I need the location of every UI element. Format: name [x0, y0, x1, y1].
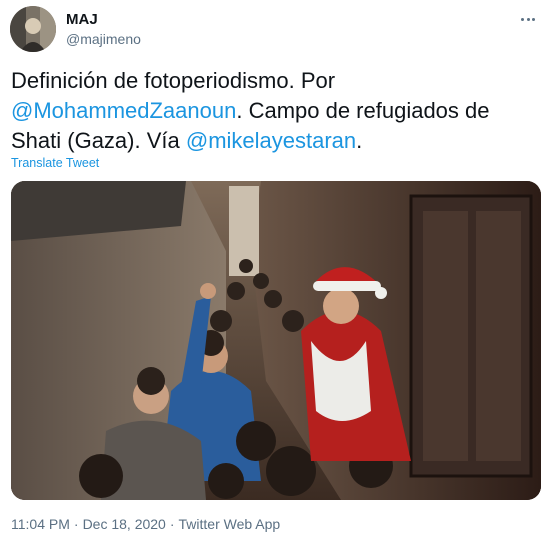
- tweet-source[interactable]: Twitter Web App: [179, 516, 281, 532]
- mention-link[interactable]: @MohammedZaanoun: [11, 98, 236, 123]
- tweet-text-segment: Definición de fotoperiodismo. Por: [11, 68, 336, 93]
- tweet-metadata: 11:04 PM · Dec 18, 2020 · Twitter Web App: [11, 516, 280, 532]
- user-handle[interactable]: @majimeno: [66, 31, 141, 47]
- tweet-time[interactable]: 11:04 PM: [11, 516, 70, 532]
- tweet-photo[interactable]: [11, 181, 541, 500]
- tweet-date[interactable]: Dec 18, 2020: [83, 516, 166, 532]
- tweet: MAJ @majimeno Definición de fotoperiodis…: [0, 0, 551, 544]
- avatar[interactable]: [10, 6, 56, 52]
- tweet-text-segment: .: [356, 128, 363, 153]
- separator: ·: [169, 516, 175, 532]
- display-name[interactable]: MAJ: [66, 11, 98, 28]
- tweet-text: Definición de fotoperiodismo. Por @Moham…: [11, 66, 541, 156]
- translate-tweet-link[interactable]: Translate Tweet: [11, 156, 99, 170]
- mention-link[interactable]: @mikelayestaran: [186, 128, 356, 153]
- separator: ·: [73, 516, 79, 532]
- more-options-icon[interactable]: [517, 10, 539, 28]
